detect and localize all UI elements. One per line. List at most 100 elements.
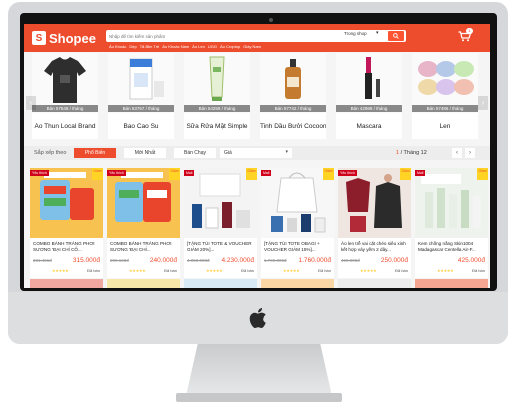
sold-count: Đã bán bbox=[87, 268, 100, 273]
sort-bar: Sắp xếp theo Phổ Biến Mới Nhất Bán Chạy … bbox=[24, 146, 490, 160]
current-page: 1 bbox=[396, 150, 400, 156]
rating-stars-icon: ★★★★★ bbox=[283, 268, 300, 273]
product-card[interactable]: Mall Giảm Kem chống nắng Skin1004 Madaga… bbox=[415, 168, 488, 278]
rating-stars-icon: ★★★★★ bbox=[206, 268, 223, 273]
next-page-button[interactable]: › bbox=[465, 148, 475, 158]
discount-tag: Giảm bbox=[400, 168, 411, 180]
keyword-link[interactable]: Dép bbox=[129, 44, 136, 49]
product-name: Kem chống nắng Skin1004 Madagascar Cente… bbox=[418, 241, 476, 252]
top-search-name: Len bbox=[439, 123, 451, 130]
search-input[interactable] bbox=[109, 31, 299, 41]
top-search-item[interactable]: Bán 57486 / tháng Len bbox=[412, 53, 478, 139]
shopee-logo[interactable]: S Shopee bbox=[32, 30, 96, 46]
original-price: 1.790.000đ bbox=[264, 258, 287, 263]
keyword-link[interactable]: Áo Khoác bbox=[109, 44, 126, 49]
sort-popular-button[interactable]: Phổ Biến bbox=[74, 148, 116, 158]
keyword-link[interactable]: UGG bbox=[208, 44, 217, 49]
sale-price: 425.000đ bbox=[457, 257, 485, 264]
next-row-preview bbox=[24, 279, 490, 288]
price-sort-label: Giá bbox=[224, 150, 232, 156]
favorite-badge: Yêu thích bbox=[338, 170, 357, 176]
trending-keywords: Áo Khoác Dép Tã Bỉm Trẻ Áo Khoác Nam Áo … bbox=[109, 44, 261, 49]
product-image: Yêu thích Giảm bbox=[107, 168, 180, 238]
product-card[interactable]: Yêu thích Giảm Áo len trễ vai cặt chéo s… bbox=[338, 168, 411, 278]
search-bar: Trong shop ▾ bbox=[106, 30, 406, 42]
monthly-sales: Bán 57486 / tháng bbox=[412, 105, 478, 112]
sold-count: Đã bán bbox=[395, 268, 408, 273]
top-search-item[interactable]: Bán 54259 / tháng Sữa Rửa Mặt Simple bbox=[184, 53, 250, 139]
mascara-icon bbox=[365, 57, 380, 99]
yarn-icon bbox=[418, 61, 474, 95]
product-image: Bán 63767 / tháng bbox=[108, 53, 174, 113]
monthly-sales: Bán 63767 / tháng bbox=[108, 105, 174, 112]
tshirt-icon bbox=[44, 57, 86, 103]
product-card[interactable]: Mall Giảm [TẶNG TÚI TOTE OBAGI + VOUCHER… bbox=[261, 168, 334, 278]
rating-stars-icon: ★★★★★ bbox=[52, 268, 69, 273]
chevron-down-icon: ▾ bbox=[376, 30, 379, 36]
keyword-link[interactable]: Áo Croptop bbox=[220, 44, 240, 49]
product-card-preview[interactable] bbox=[415, 279, 488, 288]
sort-label: Sắp xếp theo bbox=[34, 150, 67, 156]
keyword-link[interactable]: Giày Nam bbox=[243, 44, 261, 49]
sale-price: 315.000đ bbox=[72, 257, 100, 264]
product-name: COMBO BÁNH TRÁNG PHƠI SƯƠNG 'ĐẠI CHỈ... bbox=[110, 241, 172, 252]
product-card-preview[interactable] bbox=[30, 279, 103, 288]
sold-count: Đã bán bbox=[472, 268, 485, 273]
bottle-icon bbox=[285, 59, 301, 99]
page-total: / Tháng 12 bbox=[400, 150, 427, 156]
keyword-link[interactable]: Tã Bỉm Trẻ bbox=[140, 44, 160, 49]
product-name: [TẶNG TÚI TOTE & VOUCHER GIẢM 20%]... bbox=[187, 241, 252, 252]
favorite-badge: Yêu thích bbox=[30, 170, 49, 176]
original-price: 209.160đ bbox=[110, 258, 129, 263]
sale-price: 4.230.000đ bbox=[221, 257, 254, 264]
prev-page-button[interactable]: ‹ bbox=[452, 148, 462, 158]
product-card[interactable]: Mall Giảm [TẶNG TÚI TOTE & VOUCHER GIẢM … bbox=[184, 168, 257, 278]
top-search-item[interactable]: Bán 57548 / tháng Áo Thun Local Brand bbox=[32, 53, 98, 139]
carousel-prev-button[interactable]: ‹ bbox=[26, 96, 36, 110]
keyword-link[interactable]: Áo Khoác Nam bbox=[162, 44, 189, 49]
page-indicator: 1 / Tháng 12 bbox=[396, 150, 427, 156]
product-card-preview[interactable] bbox=[261, 279, 334, 288]
top-search-item[interactable]: Bán 42988 / tháng Mascara bbox=[336, 53, 402, 139]
monthly-sales: Bán 54259 / tháng bbox=[184, 105, 250, 112]
apple-logo-icon bbox=[249, 308, 266, 328]
original-price: 281.456đ bbox=[33, 258, 52, 263]
product-card[interactable]: Yêu thích Giảm COMBO BÁNH TRÁNG PHƠI SƯƠ… bbox=[30, 168, 103, 278]
top-search-name: Tinh Dầu Bưởi Cocoon bbox=[260, 123, 326, 130]
product-image: Bán 57486 / tháng bbox=[412, 53, 478, 113]
search-scope-select[interactable]: Trong shop bbox=[344, 31, 367, 36]
keyword-link[interactable]: Áo Len bbox=[192, 44, 205, 49]
product-card-preview[interactable] bbox=[107, 279, 180, 288]
product-image: Bán 42988 / tháng bbox=[336, 53, 402, 113]
cart-count-badge: 1 bbox=[466, 28, 473, 34]
product-image: Mall Giảm bbox=[415, 168, 488, 238]
sold-count: Đã bán bbox=[318, 268, 331, 273]
sort-bestseller-button[interactable]: Bán Chạy bbox=[174, 148, 216, 158]
search-button[interactable] bbox=[388, 31, 404, 41]
sale-price: 250.000đ bbox=[380, 257, 408, 264]
top-search-item[interactable]: Bán 57742 / tháng Tinh Dầu Bưởi Cocoon bbox=[260, 53, 326, 139]
product-image: Mall Giảm bbox=[184, 168, 257, 238]
product-card-preview[interactable] bbox=[184, 279, 257, 288]
rating-stars-icon: ★★★★★ bbox=[129, 268, 146, 273]
sale-price: 240.000đ bbox=[149, 257, 177, 264]
rating-stars-icon: ★★★★★ bbox=[360, 268, 377, 273]
carousel-next-button[interactable]: › bbox=[478, 96, 488, 110]
product-image: Yêu thích Giảm bbox=[338, 168, 411, 238]
product-name: [TẶNG TÚI TOTE OBAGI + VOUCHER GIẢM 15%]… bbox=[264, 241, 320, 252]
mall-badge: Mall bbox=[184, 170, 195, 176]
product-card-preview[interactable] bbox=[338, 279, 411, 288]
product-card[interactable]: Yêu thích Giảm COMBO BÁNH TRÁNG PHƠI SƯƠ… bbox=[107, 168, 180, 278]
shopping-bag-icon: S bbox=[32, 31, 46, 45]
price-sort-select[interactable]: Giá ▾ bbox=[220, 148, 292, 158]
top-search-carousel: Bán 57548 / tháng Áo Thun Local Brand Bá… bbox=[32, 53, 482, 139]
product-name: Áo len trễ vai cặt chéo siêu xinh kết hợ… bbox=[341, 241, 406, 252]
top-search-item[interactable]: Bán 63767 / tháng Bao Cao Su bbox=[108, 53, 174, 139]
discount-tag: Giảm bbox=[323, 168, 334, 180]
search-icon bbox=[393, 33, 399, 39]
monitor-stand bbox=[186, 344, 332, 396]
chevron-down-icon: ▾ bbox=[285, 149, 288, 155]
brand-name: Shopee bbox=[49, 30, 96, 46]
monthly-sales: Bán 57548 / tháng bbox=[32, 105, 98, 112]
sort-newest-button[interactable]: Mới Nhất bbox=[124, 148, 166, 158]
